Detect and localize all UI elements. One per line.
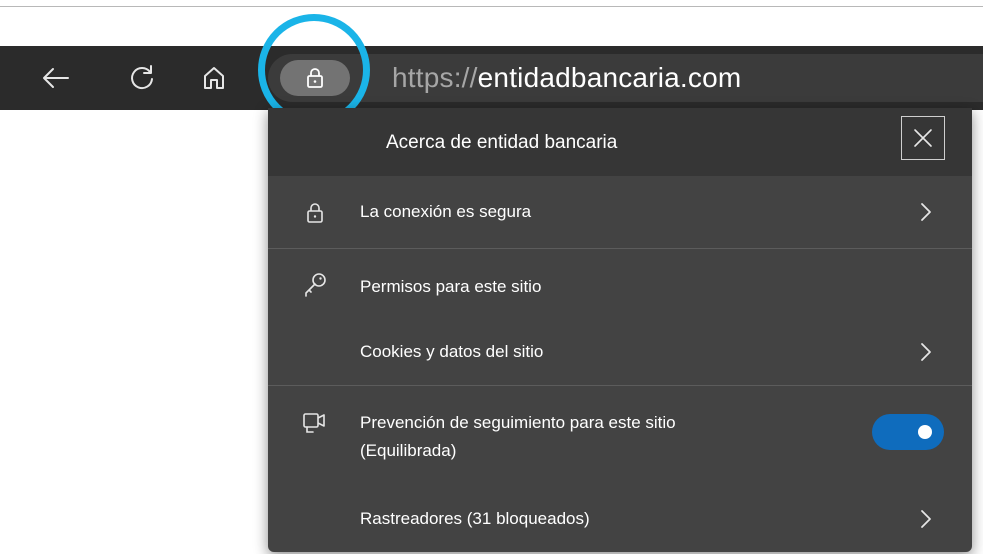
cookies-label: Cookies y datos del sitio [360, 342, 544, 361]
connection-label: La conexión es segura [360, 202, 532, 221]
connection-secure-item[interactable]: La conexión es segura [268, 176, 972, 248]
tracking-prevention-toggle[interactable] [872, 414, 944, 450]
home-icon [204, 67, 224, 89]
site-info-button[interactable] [280, 60, 350, 96]
url-host: entidadbancaria.com [477, 62, 742, 93]
trackers-item[interactable]: Rastreadores (31 bloqueados) [268, 478, 972, 552]
tracking-prevention-item: Prevención de seguimiento para este siti… [268, 386, 972, 478]
tracking-prevention-icon [302, 410, 328, 436]
popup-header: Acerca de entidad bancaria [268, 108, 972, 176]
refresh-button[interactable] [122, 58, 162, 98]
tracking-label-line1: Prevención de seguimiento para este siti… [360, 413, 676, 432]
site-info-popup: Acerca de entidad bancaria La conexión e… [268, 108, 972, 552]
back-button[interactable] [36, 58, 76, 98]
key-icon [302, 271, 328, 297]
back-arrow-icon [43, 68, 69, 88]
browser-toolbar: https://entidadbancaria.com [0, 46, 983, 110]
lock-icon [302, 200, 328, 226]
trackers-label: Rastreadores (31 bloqueados) [360, 509, 590, 528]
refresh-icon [131, 65, 153, 90]
cookies-item[interactable]: Cookies y datos del sitio [268, 317, 972, 385]
chevron-right-icon [918, 341, 934, 363]
permissions-label: Permisos para este sitio [360, 277, 542, 296]
url-scheme: https:// [392, 62, 478, 93]
popup-title: Acerca de entidad bancaria [386, 132, 618, 153]
url-text[interactable]: https://entidadbancaria.com [392, 61, 741, 95]
chevron-right-icon [918, 201, 934, 223]
chevron-right-icon [918, 508, 934, 530]
lock-icon [307, 68, 323, 88]
tracking-label-line2: (Equilibrada) [360, 441, 457, 460]
close-icon [914, 129, 932, 147]
permissions-item[interactable]: Permisos para este sitio [268, 249, 972, 317]
home-button[interactable] [194, 58, 234, 98]
top-divider [0, 6, 983, 7]
toggle-knob [918, 425, 932, 439]
close-button[interactable] [901, 116, 945, 160]
